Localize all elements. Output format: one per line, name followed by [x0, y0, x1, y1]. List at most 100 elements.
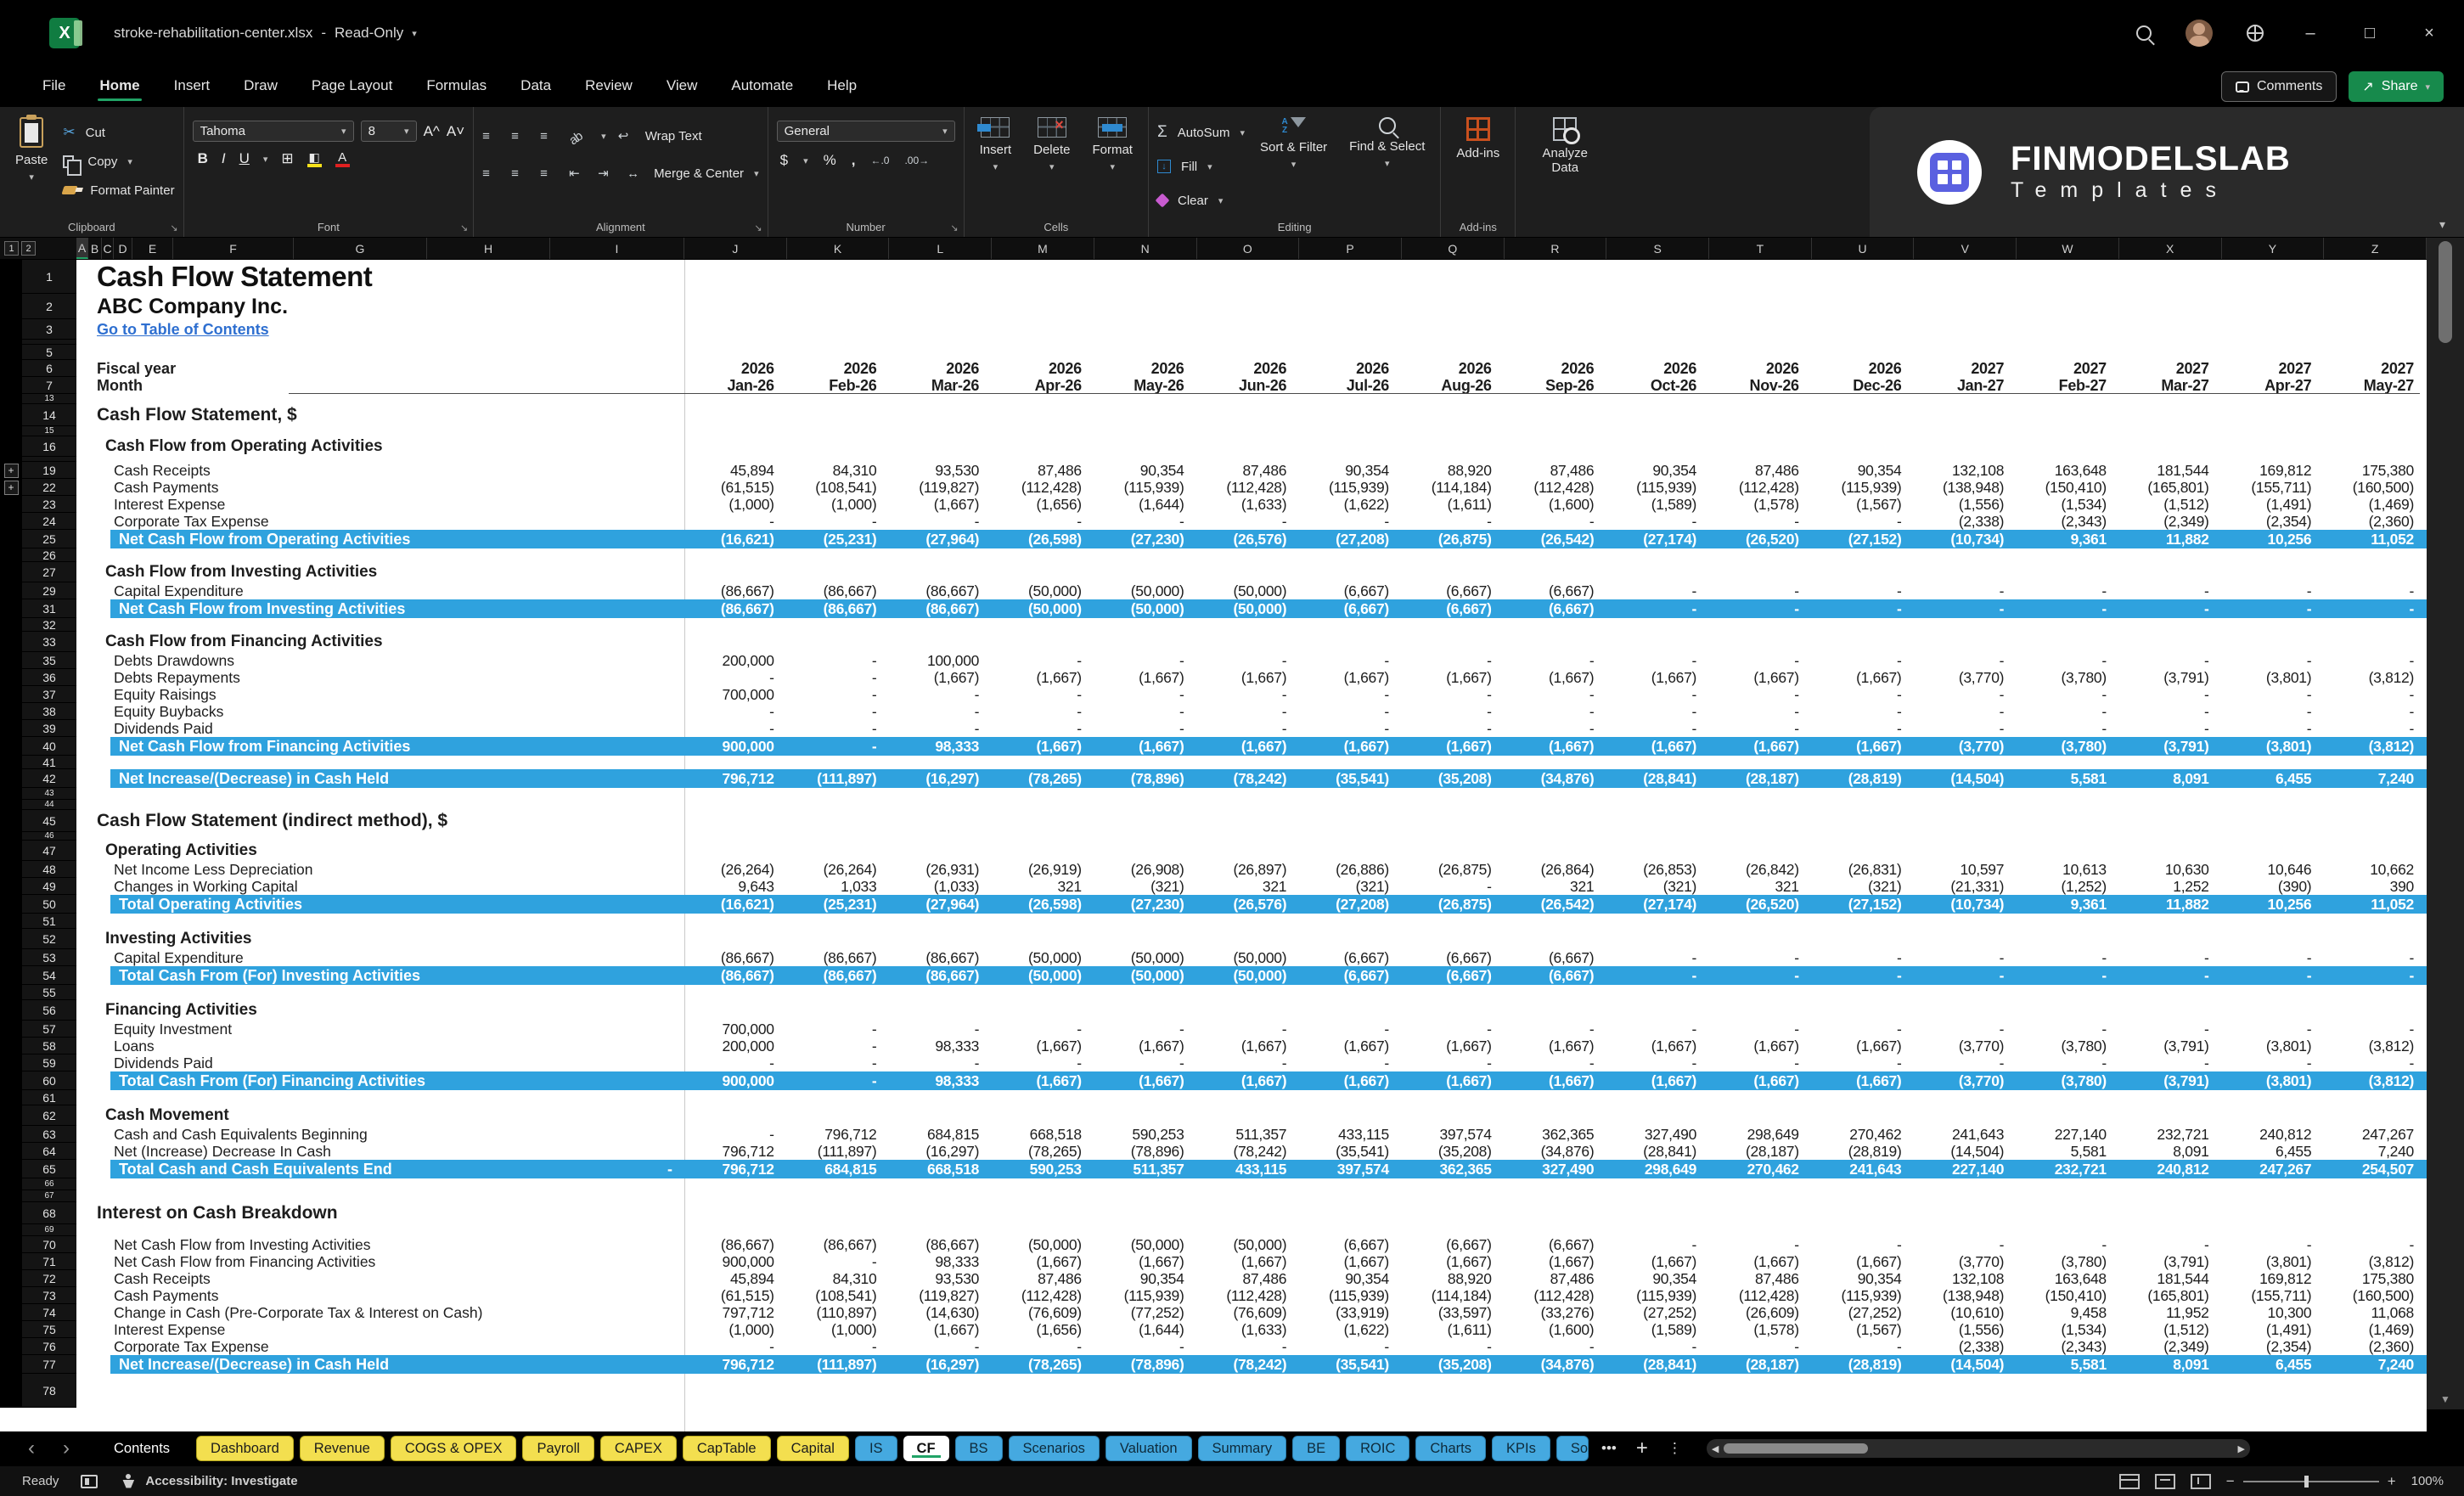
cell[interactable]: (34,876)	[1505, 1143, 1607, 1161]
cell[interactable]: (1,033)	[889, 878, 992, 896]
cell[interactable]: 93,530	[889, 462, 992, 480]
cell[interactable]: (1,469)	[2324, 496, 2427, 514]
cell[interactable]: 163,648	[2017, 1270, 2119, 1288]
cell[interactable]: -	[2017, 582, 2119, 600]
cell[interactable]: 2026	[992, 360, 1094, 378]
row-number[interactable]: 15	[22, 426, 76, 436]
cell[interactable]: (21,331)	[1914, 878, 2017, 896]
cell[interactable]: 2026	[787, 360, 890, 378]
cell[interactable]: 2026	[1709, 360, 1812, 378]
cell[interactable]: -	[2324, 582, 2427, 600]
cell[interactable]: 2026	[1606, 360, 1709, 378]
cell[interactable]: (112,428)	[1709, 479, 1812, 497]
cell[interactable]: 87,486	[1197, 462, 1300, 480]
cell[interactable]: -	[667, 1161, 684, 1178]
cell[interactable]: -	[787, 1055, 890, 1072]
cell[interactable]: -	[1505, 720, 1607, 738]
cell[interactable]: (1,667)	[1606, 1038, 1709, 1055]
insert-cells-button[interactable]: Insert▾	[973, 114, 1019, 177]
sort-filter-button[interactable]: AZ Sort & Filter ▾	[1253, 114, 1334, 174]
cell[interactable]: 5,581	[2017, 1356, 2119, 1374]
sheet-options-kebab-icon[interactable]: ⋮	[1661, 1440, 1689, 1457]
cell[interactable]: (114,184)	[1402, 479, 1505, 497]
cell[interactable]: -	[889, 720, 992, 738]
cell[interactable]: (119,827)	[889, 1287, 992, 1305]
cell[interactable]: -	[889, 703, 992, 721]
cell[interactable]: 796,712	[684, 770, 787, 788]
cell[interactable]: 98,333	[889, 1253, 992, 1271]
cell[interactable]: 298,649	[1709, 1126, 1812, 1144]
row-number[interactable]: 72	[22, 1270, 76, 1287]
sheet-nav-left-icon[interactable]: ‹	[17, 1437, 46, 1460]
cell[interactable]: -	[1709, 1055, 1812, 1072]
cell[interactable]: 88,920	[1402, 1270, 1505, 1288]
cell[interactable]: (3,780)	[2017, 738, 2119, 756]
cell[interactable]: -	[1606, 1021, 1709, 1038]
row-label-cell[interactable]: Corporate Tax Expense	[76, 513, 684, 530]
cell[interactable]: 11,952	[2119, 1304, 2222, 1322]
cell[interactable]: -	[684, 513, 787, 531]
cell[interactable]: Feb-27	[2017, 377, 2119, 395]
row-number[interactable]: 69	[22, 1224, 76, 1236]
cell[interactable]: Jul-26	[1299, 377, 1402, 395]
column-header-P[interactable]: P	[1299, 238, 1402, 259]
cell[interactable]: (27,964)	[889, 531, 992, 548]
cell[interactable]: (108,541)	[787, 479, 890, 497]
cell[interactable]: (86,667)	[787, 1236, 890, 1254]
bold-button[interactable]: B	[198, 150, 208, 167]
cell[interactable]: -	[2119, 1055, 2222, 1072]
cell[interactable]: 900,000	[684, 1253, 787, 1271]
cell[interactable]: -	[1606, 600, 1709, 618]
cell[interactable]: -	[684, 1338, 787, 1356]
cell[interactable]: (26,520)	[1709, 531, 1812, 548]
cell[interactable]: 796,712	[684, 1143, 787, 1161]
cell[interactable]: (1,667)	[1197, 1072, 1300, 1090]
cell[interactable]: (3,812)	[2324, 1038, 2427, 1055]
cell[interactable]: 90,354	[1094, 1270, 1197, 1288]
row-label-cell[interactable]: Net Income Less Depreciation	[76, 861, 684, 878]
cell[interactable]: -	[1094, 652, 1197, 670]
cell[interactable]: -	[1505, 703, 1607, 721]
cell[interactable]: -	[1606, 949, 1709, 967]
column-header-C[interactable]: C	[102, 238, 114, 259]
column-header-F[interactable]: F	[173, 238, 294, 259]
row-number[interactable]: 54	[22, 966, 76, 985]
cell[interactable]: -	[2017, 720, 2119, 738]
row-number[interactable]: 51	[22, 914, 76, 929]
row-number[interactable]: 13	[22, 394, 76, 404]
cell[interactable]: -	[1299, 1021, 1402, 1038]
cell[interactable]: 98,333	[889, 738, 992, 756]
cell[interactable]: (26,542)	[1505, 531, 1607, 548]
cut-button[interactable]: ✂Cut	[63, 119, 174, 146]
cell[interactable]: -	[1812, 600, 1915, 618]
cell[interactable]: 227,140	[1914, 1161, 2017, 1178]
cell[interactable]: 668,518	[889, 1161, 992, 1178]
cell[interactable]: (1,633)	[1197, 1321, 1300, 1339]
table-of-contents-link[interactable]: Go to Table of Contents	[76, 319, 269, 340]
cell[interactable]: -	[1914, 1021, 2017, 1038]
cell[interactable]: 668,518	[992, 1126, 1094, 1144]
row-number[interactable]: 47	[22, 841, 76, 861]
cell[interactable]: -	[1812, 652, 1915, 670]
cell[interactable]: -	[1094, 513, 1197, 531]
cell[interactable]: 10,256	[2222, 531, 2325, 548]
cell[interactable]: 2027	[2017, 360, 2119, 378]
cell[interactable]: 10,646	[2222, 861, 2325, 879]
row-number[interactable]: 31	[22, 599, 76, 618]
cell[interactable]: -	[2119, 600, 2222, 618]
ribbon-tab-review[interactable]: Review	[568, 69, 650, 104]
row-number[interactable]: 63	[22, 1126, 76, 1143]
cell[interactable]: -	[1606, 1055, 1709, 1072]
row-label-cell[interactable]: Net Cash Flow from Operating Activities	[110, 530, 684, 548]
increase-decimal-icon[interactable]: ←.0	[870, 155, 889, 166]
cell[interactable]: -	[787, 1038, 890, 1055]
cell[interactable]: -	[1197, 513, 1300, 531]
cell[interactable]: (50,000)	[992, 949, 1094, 967]
cell[interactable]: -	[1606, 686, 1709, 704]
cell[interactable]: (28,819)	[1812, 1356, 1915, 1374]
column-header-E[interactable]: E	[132, 238, 173, 259]
cell[interactable]: (34,876)	[1505, 1356, 1607, 1374]
cell[interactable]: -	[1505, 1055, 1607, 1072]
cell[interactable]: (1,667)	[1402, 1072, 1505, 1090]
row-number[interactable]: 23	[22, 496, 76, 513]
